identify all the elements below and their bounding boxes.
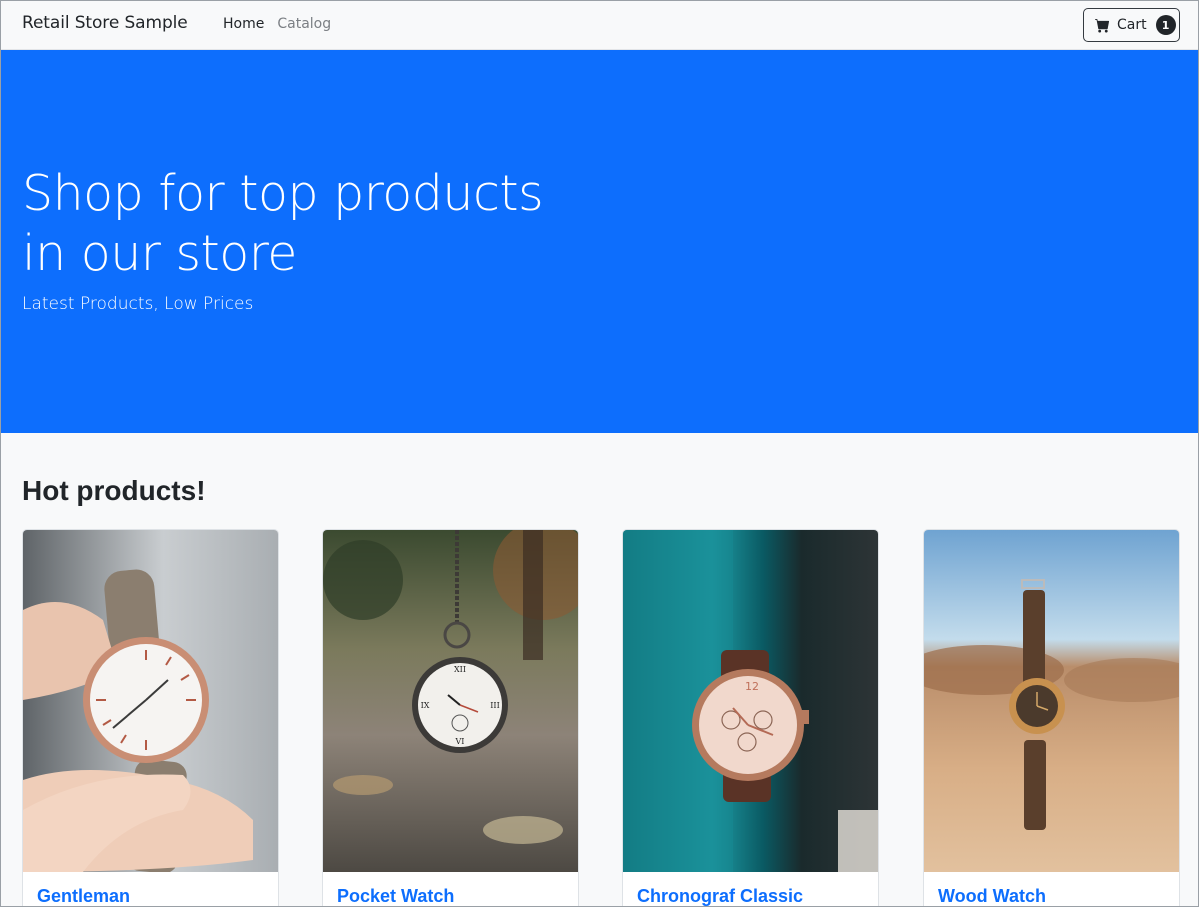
cart-button[interactable]: Cart 1 [1083,8,1180,42]
product-title[interactable]: Wood Watch [938,886,1046,906]
product-image[interactable]: 12 [623,530,878,872]
hero-title: Shop for top products in our store [22,164,582,284]
cart-label: Cart [1117,17,1147,33]
top-navbar: Retail Store Sample Home Catalog Cart 1 [1,1,1198,50]
svg-text:IX: IX [421,701,430,710]
product-title[interactable]: Pocket Watch [337,886,454,906]
section-title: Hot products! [22,475,206,506]
svg-text:XII: XII [454,665,466,674]
product-image[interactable]: XII VI IX III [323,530,578,872]
product-card[interactable]: 12 Chronograf Classic [622,529,879,906]
svg-text:VI: VI [455,737,465,746]
nav-link-catalog[interactable]: Catalog [277,16,331,32]
hero-title-line-2: in our store [22,225,297,282]
svg-text:III: III [490,701,499,710]
nav-links: Home Catalog [223,16,331,32]
hero-title-line-1: Shop for top products [22,165,544,222]
product-card[interactable]: Gentleman [22,529,279,906]
svg-text:12: 12 [745,680,759,693]
hero-subtitle: Latest Products, Low Prices [22,294,254,314]
product-title[interactable]: Gentleman [37,886,130,906]
product-image[interactable] [23,530,278,872]
cart-count-badge: 1 [1155,15,1176,35]
product-card[interactable]: XII VI IX III Pocket Watch [322,529,579,906]
brand-link[interactable]: Retail Store Sample [22,13,188,33]
nav-link-home[interactable]: Home [223,16,264,32]
page: Retail Store Sample Home Catalog Cart 1 … [0,0,1199,907]
hero-banner: Shop for top products in our store Lates… [1,50,1198,433]
product-card[interactable]: Wood Watch [923,529,1180,906]
cart-icon [1095,18,1110,33]
product-title[interactable]: Chronograf Classic [637,886,803,906]
product-image[interactable] [924,530,1179,872]
